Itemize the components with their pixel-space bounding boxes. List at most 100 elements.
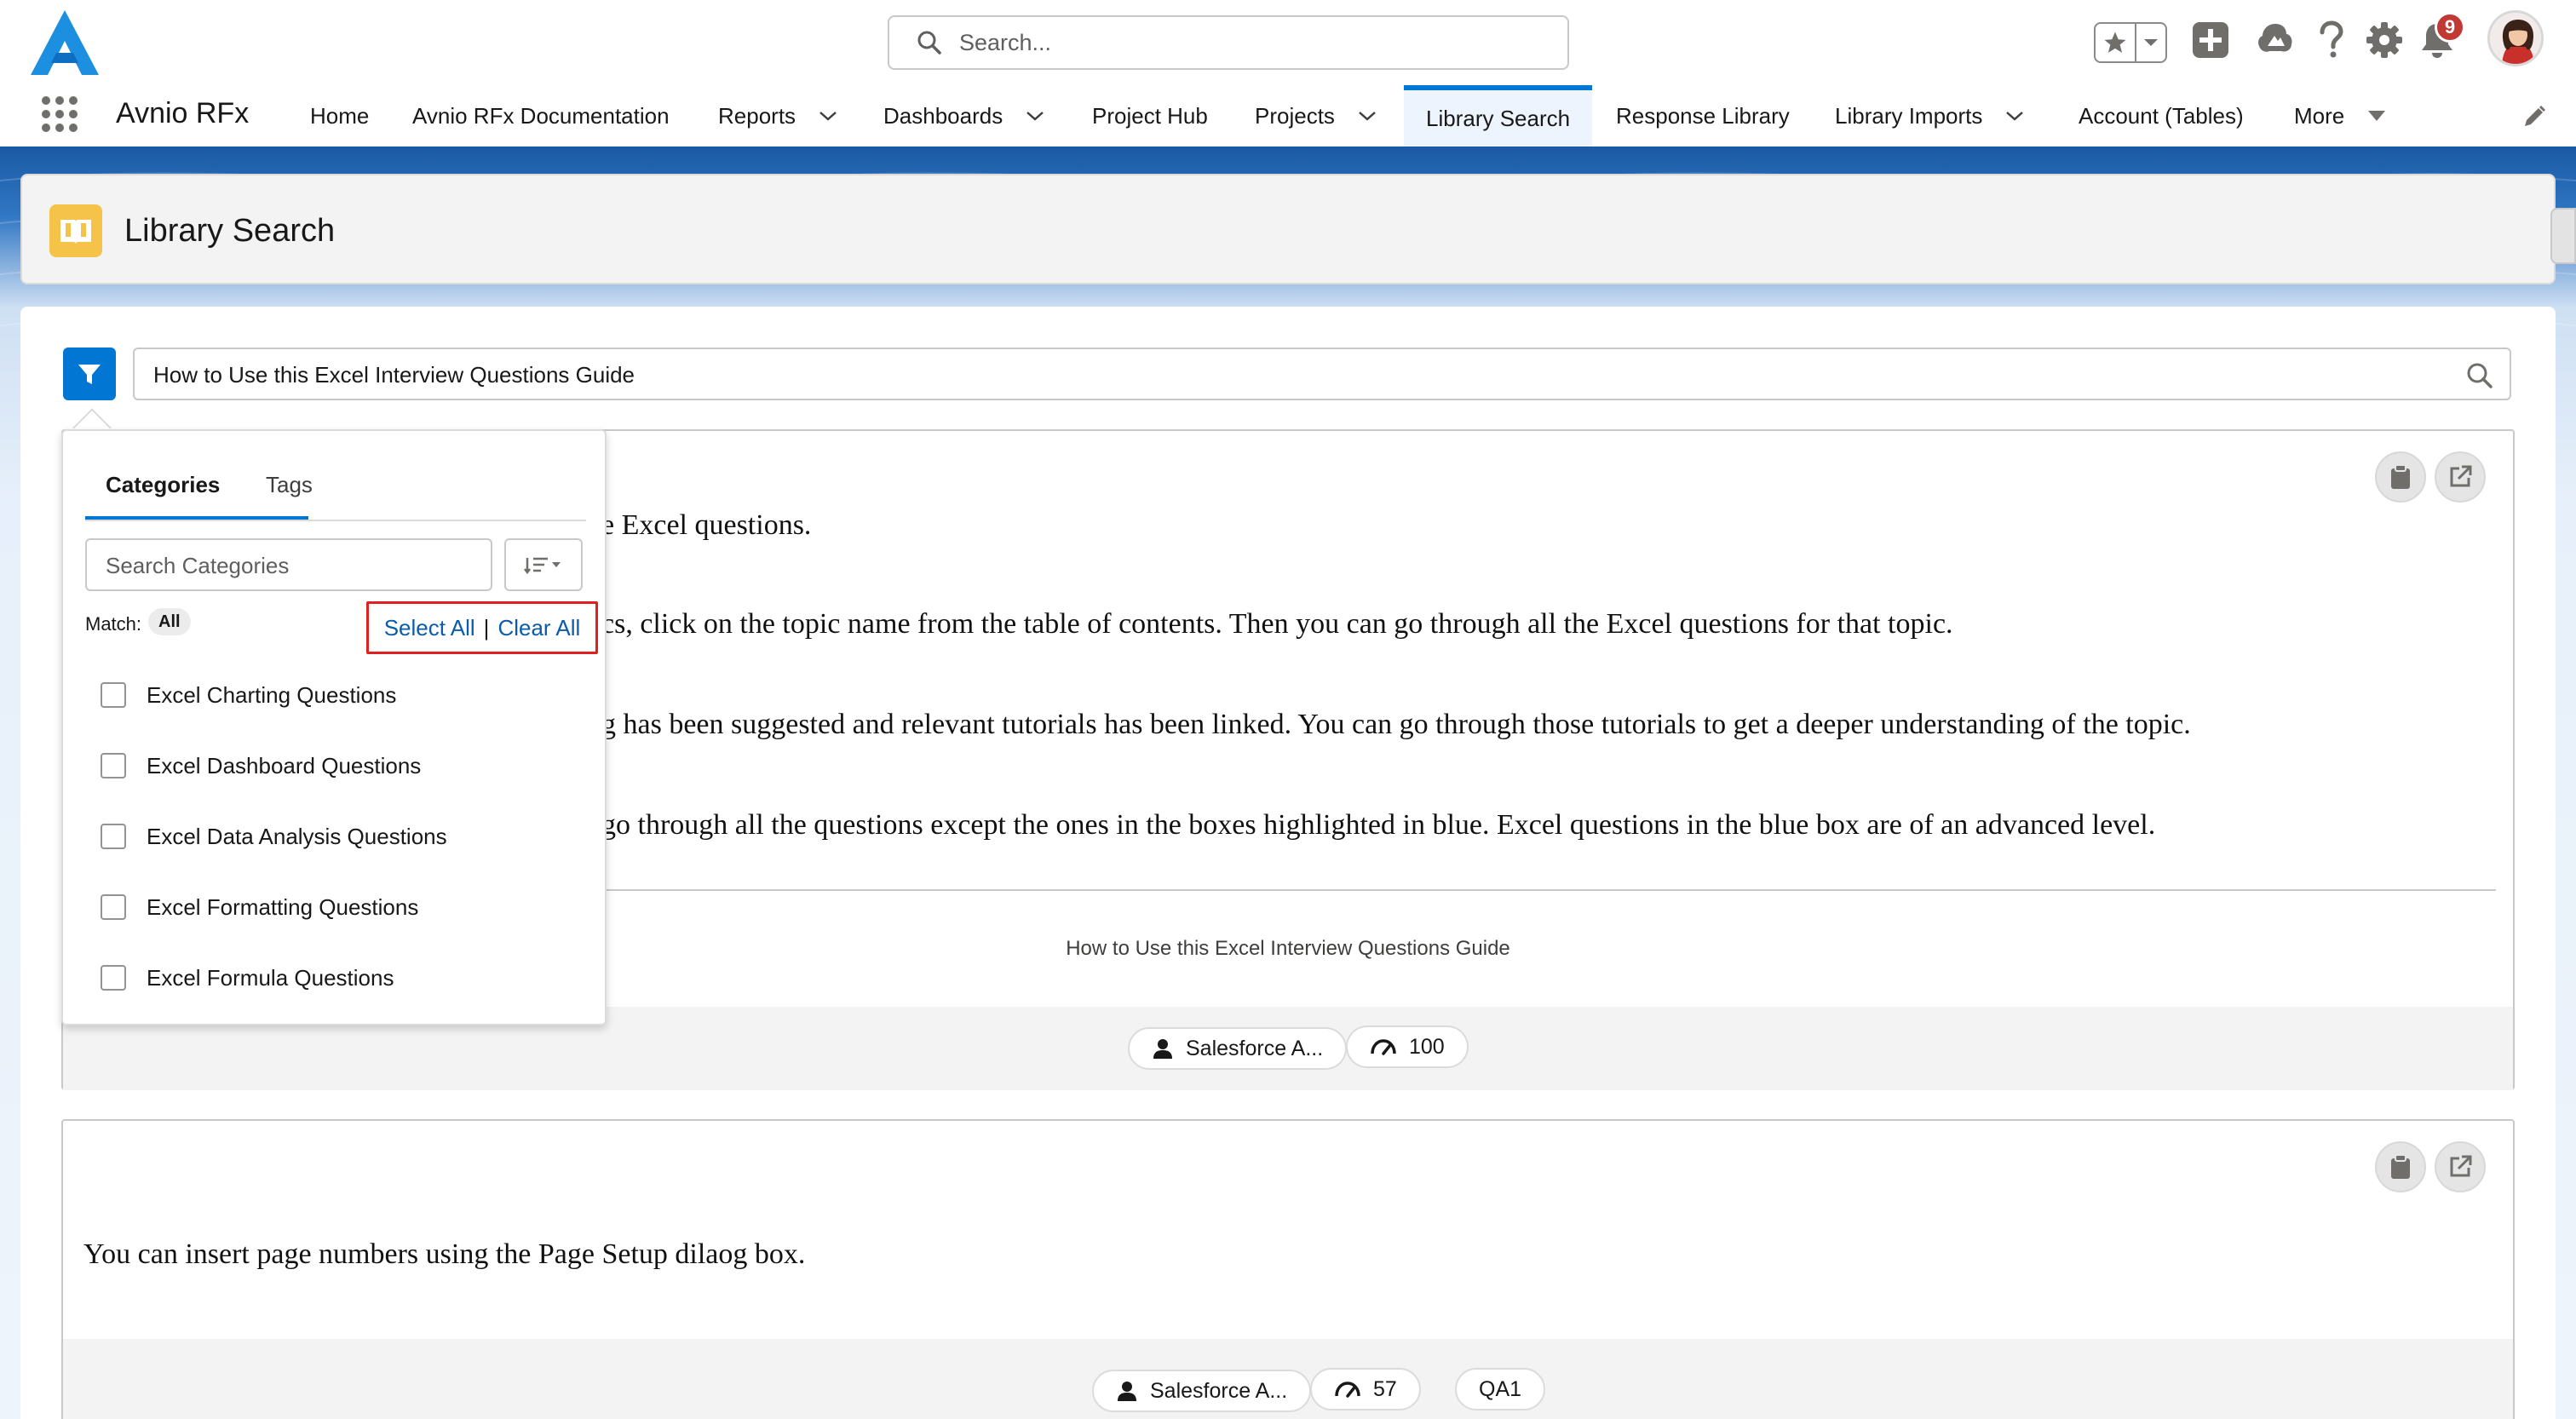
match-mode-badge[interactable]: All [148, 608, 191, 635]
select-clear-controls: Select All | Clear All [366, 601, 598, 654]
nav-item-library-imports[interactable]: Library Imports [1835, 85, 2025, 146]
category-checkbox[interactable] [101, 965, 126, 991]
book-icon [60, 220, 91, 244]
search-icon [917, 31, 941, 55]
navigation-bar: Avnio RFx Home Avnio RFx Documentation R… [0, 85, 2576, 146]
filter-icon [78, 365, 101, 384]
chevron-down-icon[interactable] [818, 110, 838, 122]
nav-item-library-search[interactable]: Library Search [1404, 85, 1593, 146]
category-label: Excel Formula Questions [147, 964, 394, 991]
chevron-down-icon[interactable] [2004, 110, 2025, 122]
library-icon [49, 204, 102, 257]
category-option[interactable]: Excel Data Analysis Questions [101, 819, 447, 853]
answer-line: g has been suggested and relevant tutori… [601, 709, 2191, 740]
avnio-logo-icon[interactable] [26, 7, 104, 78]
user-icon [1118, 1382, 1136, 1401]
score-pill: 57 [1310, 1368, 1421, 1410]
nav-item-home[interactable]: Home [310, 85, 369, 146]
nav-item-projects[interactable]: Projects [1255, 85, 1377, 146]
nav-item-more[interactable]: More [2294, 85, 2387, 146]
active-tab-indicator [85, 516, 308, 520]
nav-item-project-hub[interactable]: Project Hub [1092, 85, 1208, 146]
sort-button[interactable] [504, 538, 583, 591]
category-checkbox[interactable] [101, 894, 126, 920]
answer-line: e Excel questions. [601, 509, 812, 541]
open-new-window-button[interactable] [2435, 451, 2486, 503]
score-value: 57 [1373, 1376, 1397, 1401]
utility-panel-toggle[interactable] [2550, 208, 2576, 264]
nav-item-reports[interactable]: Reports [718, 85, 838, 146]
owner-pill[interactable]: Salesforce A... [1128, 1027, 1348, 1070]
separator: | [483, 614, 490, 641]
select-all-link[interactable]: Select All [384, 615, 475, 641]
nav-item-label: Response Library [1616, 102, 1790, 129]
page-title: Library Search [124, 213, 336, 249]
nav-item-label: Account (Tables) [2079, 102, 2244, 129]
nav-item-label: Library Search [1426, 105, 1571, 131]
category-search-input[interactable] [106, 550, 480, 581]
tag-pill: QA1 [1455, 1368, 1546, 1410]
gear-icon[interactable] [2365, 20, 2404, 60]
favorites-button[interactable] [2094, 22, 2167, 63]
user-icon [1153, 1039, 1172, 1059]
global-search-input[interactable] [959, 29, 1538, 56]
app-name: Avnio RFx [116, 97, 250, 129]
category-checkbox[interactable] [101, 753, 126, 778]
nav-item-response-library[interactable]: Response Library [1616, 85, 1790, 146]
filter-button[interactable] [63, 348, 116, 400]
nav-item-label: Dashboards [883, 102, 1003, 129]
gauge-icon [1371, 1039, 1396, 1055]
category-label: Excel Data Analysis Questions [147, 823, 447, 849]
library-search-input[interactable] [153, 359, 2436, 390]
match-label: Match: [85, 613, 142, 635]
trailhead-icon[interactable] [2256, 20, 2295, 60]
category-search-field[interactable] [85, 538, 492, 591]
pencil-icon[interactable] [2521, 104, 2547, 129]
tab-tags[interactable]: Tags [266, 472, 313, 498]
global-create-icon[interactable] [2191, 20, 2230, 60]
global-search[interactable] [888, 15, 1569, 70]
clear-all-link[interactable]: Clear All [497, 615, 580, 641]
result-footer: Salesforce A... 57 QA1 [63, 1339, 2513, 1419]
clipboard-icon [2391, 464, 2410, 489]
copy-button[interactable] [2375, 451, 2426, 503]
owner-pill[interactable]: Salesforce A... [1092, 1370, 1312, 1412]
app-launcher-icon[interactable] [39, 94, 80, 135]
nav-item-label: Library Imports [1835, 102, 1983, 129]
nav-item-label: Home [310, 102, 370, 129]
search-icon[interactable] [2465, 361, 2494, 390]
star-icon [2104, 32, 2126, 53]
user-avatar-icon [2490, 13, 2541, 64]
open-new-window-button[interactable] [2435, 1141, 2486, 1192]
nav-item-label: More [2294, 102, 2345, 129]
new-window-icon [2450, 1155, 2472, 1177]
category-option[interactable]: Excel Formatting Questions [101, 890, 418, 924]
nav-item-label: Projects [1255, 102, 1335, 129]
category-checkbox[interactable] [101, 682, 126, 708]
category-option[interactable]: Excel Dashboard Questions [101, 749, 421, 783]
user-avatar[interactable] [2487, 10, 2544, 66]
tab-categories[interactable]: Categories [106, 472, 220, 498]
owner-name: Salesforce A... [1186, 1036, 1324, 1060]
category-label: Excel Dashboard Questions [147, 752, 422, 778]
category-label: Excel Formatting Questions [147, 893, 419, 920]
owner-name: Salesforce A... [1150, 1378, 1288, 1403]
tag-label: QA1 [1479, 1376, 1522, 1401]
category-label: Excel Charting Questions [147, 681, 397, 708]
chevron-down-icon[interactable] [1025, 110, 1045, 122]
chevron-down-icon[interactable] [1357, 110, 1377, 122]
copy-button[interactable] [2375, 1141, 2426, 1192]
category-filter-panel: Categories Tags Match: All Select All | … [61, 429, 607, 1025]
library-search-bar[interactable] [133, 348, 2511, 400]
nav-item-avnio-rfx-documentation[interactable]: Avnio RFx Documentation [412, 85, 670, 146]
category-option[interactable]: Excel Charting Questions [101, 678, 396, 712]
answer-line: cs, click on the topic name from the tab… [601, 608, 1953, 640]
nav-item-label: Project Hub [1092, 102, 1208, 129]
score-pill: 100 [1346, 1025, 1469, 1068]
help-icon[interactable] [2314, 20, 2348, 60]
nav-item-dashboards[interactable]: Dashboards [883, 85, 1045, 146]
nav-item-account-tables[interactable]: Account (Tables) [2079, 85, 2244, 146]
answer-line: You can insert page numbers using the Pa… [83, 1238, 806, 1270]
category-option[interactable]: Excel Formula Questions [101, 961, 394, 995]
category-checkbox[interactable] [101, 824, 126, 849]
